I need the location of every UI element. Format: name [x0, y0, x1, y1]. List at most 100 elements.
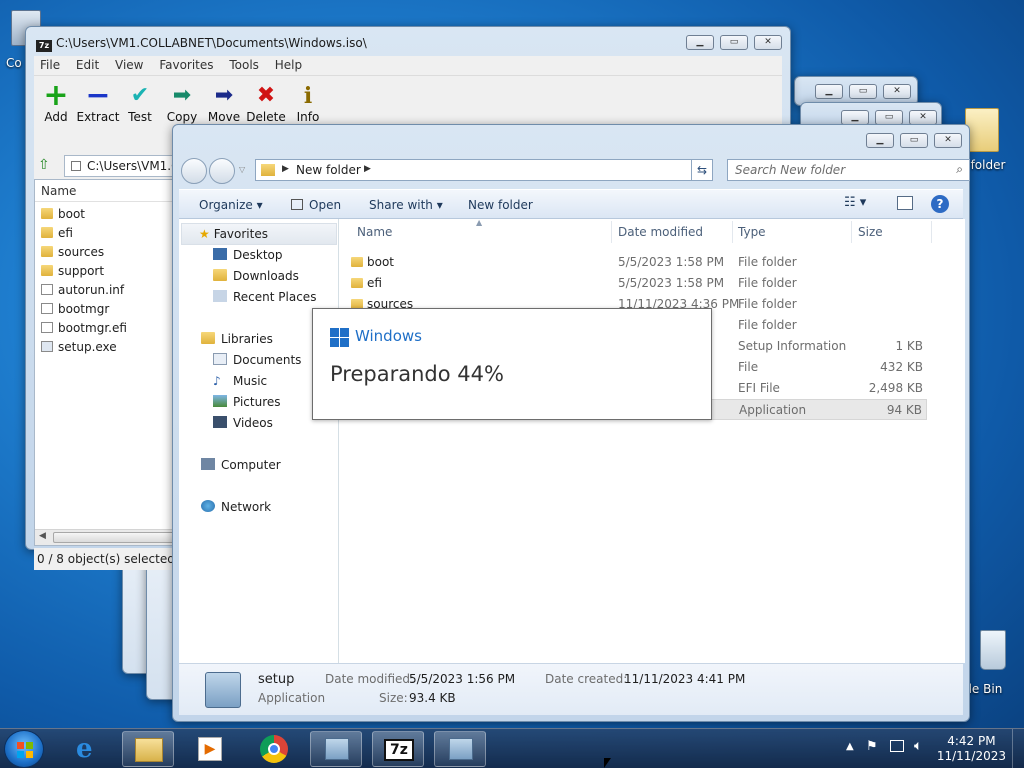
back-button[interactable] [181, 158, 207, 184]
list-item[interactable]: support [35, 262, 181, 281]
nav-item-documents[interactable]: Documents [213, 353, 301, 367]
column-header-size[interactable]: Size [858, 225, 883, 239]
minimize-button[interactable]: ▁ [815, 84, 843, 99]
nav-item-desktop[interactable]: Desktop [213, 248, 283, 262]
show-hidden-icons-icon[interactable]: ▲ [846, 741, 854, 752]
nav-item-pictures[interactable]: Pictures [213, 395, 281, 409]
add-button[interactable]: + Add [34, 81, 78, 125]
search-icon[interactable]: ⌕ [956, 162, 963, 177]
breadcrumb-chevron-icon[interactable]: ▶ [282, 164, 289, 174]
documents-icon [213, 353, 227, 365]
test-button[interactable]: ✔ Test [118, 82, 162, 124]
open-button[interactable]: Open [291, 198, 341, 212]
delete-button[interactable]: ✖ Delete [244, 82, 288, 124]
nav-computer[interactable]: Computer [201, 458, 281, 472]
table-row[interactable]: efi 5/5/2023 1:58 PM File folder [349, 273, 927, 294]
volume-icon[interactable]: 🔈︎ [914, 738, 922, 754]
list-item[interactable]: setup.exe [35, 338, 181, 357]
info-button[interactable]: i Info [286, 82, 330, 124]
breadcrumb-new-folder[interactable]: New folder [296, 163, 361, 177]
network-status-icon[interactable] [890, 740, 904, 752]
menu-bar: File Edit View Favorites Tools Help [34, 56, 782, 75]
taskbar-internet-explorer[interactable]: e [64, 731, 116, 767]
file-list[interactable]: Name boot efi sources support autorun.in… [34, 179, 182, 546]
taskbar-windows-explorer[interactable] [122, 731, 174, 767]
folder-icon [351, 278, 363, 288]
start-button[interactable] [4, 730, 44, 768]
menu-view[interactable]: View [109, 56, 149, 74]
taskbar-media-player[interactable]: ▶ [184, 731, 236, 767]
recent-pages-icon[interactable]: ▽ [239, 165, 245, 174]
nav-network[interactable]: Network [201, 500, 271, 514]
help-icon[interactable]: ? [931, 195, 949, 213]
search-input[interactable]: Search New folder ⌕ [727, 159, 970, 181]
taskbar-setup-app-2[interactable] [434, 731, 486, 767]
new-folder-button[interactable]: New folder [468, 198, 533, 212]
taskbar-7zip[interactable]: 7z [372, 731, 424, 767]
taskbar-chrome[interactable] [248, 731, 300, 767]
list-item[interactable]: bootmgr.efi [35, 319, 181, 338]
music-icon: ♪ [213, 374, 221, 388]
breadcrumb-chevron-icon[interactable]: ▶ [364, 164, 371, 174]
column-header-date-modified[interactable]: Date modified [618, 225, 703, 239]
minimize-button[interactable]: ▁ [841, 110, 869, 125]
list-item[interactable]: bootmgr [35, 300, 181, 319]
desktop-icon-recycle-bin[interactable]: cle Bin [962, 630, 1024, 696]
menu-favorites[interactable]: Favorites [153, 56, 219, 74]
menu-help[interactable]: Help [269, 56, 308, 74]
list-item[interactable]: boot [35, 205, 181, 224]
maximize-button[interactable]: ▭ [900, 133, 928, 148]
close-button[interactable]: ✕ [909, 110, 937, 125]
menu-file[interactable]: File [34, 56, 66, 74]
close-button[interactable]: ✕ [754, 35, 782, 50]
horizontal-scrollbar[interactable]: ◀ [35, 529, 181, 545]
preview-pane-icon[interactable] [897, 196, 913, 210]
organize-button[interactable]: Organize ▾ [199, 198, 263, 212]
view-options-icon[interactable]: ☷ ▾ [844, 195, 866, 210]
nav-item-videos[interactable]: Videos [213, 416, 273, 430]
close-button[interactable]: ✕ [934, 133, 962, 148]
system-clock[interactable]: 4:42 PM 11/11/2023 [937, 734, 1006, 764]
menu-tools[interactable]: Tools [223, 56, 265, 74]
nav-libraries[interactable]: Libraries [201, 332, 273, 346]
column-header-name[interactable]: Name [35, 180, 181, 202]
extract-button[interactable]: − Extract [76, 81, 120, 125]
minimize-button[interactable]: ▁ [866, 133, 894, 148]
address-bar[interactable]: ▶ New folder ▶ ▼ [255, 159, 709, 181]
share-with-button[interactable]: Share with ▾ [369, 198, 443, 212]
nav-item-recent-places[interactable]: Recent Places [213, 290, 316, 304]
maximize-button[interactable]: ▭ [849, 84, 877, 99]
explorer-window[interactable]: ▁ ▭ ✕ ▽ ▶ New folder ▶ ▼ ⇆ Search New fo… [172, 124, 970, 722]
column-header-name[interactable]: Name [357, 225, 392, 239]
column-header-type[interactable]: Type [738, 225, 766, 239]
sort-indicator-icon: ▲ [476, 218, 483, 227]
folder-icon [965, 108, 999, 152]
nav-item-downloads[interactable]: Downloads [213, 269, 299, 283]
close-button[interactable]: ✕ [883, 84, 911, 99]
maximize-button[interactable]: ▭ [875, 110, 903, 125]
nav-item-music[interactable]: ♪ Music [213, 374, 267, 388]
action-center-icon[interactable]: ⚑ [866, 739, 878, 754]
menu-edit[interactable]: Edit [70, 56, 105, 74]
minimize-button[interactable]: ▁ [686, 35, 714, 50]
list-item[interactable]: efi [35, 224, 181, 243]
list-item[interactable]: autorun.inf [35, 281, 181, 300]
copy-button[interactable]: ➡ Copy [160, 82, 204, 124]
clock-date: 11/11/2023 [936, 749, 1006, 763]
chrome-icon [260, 735, 288, 763]
show-desktop-button[interactable] [1012, 729, 1024, 768]
scroll-left-icon[interactable]: ◀ [39, 531, 46, 541]
move-button[interactable]: ➡ Move [202, 82, 246, 124]
list-item[interactable]: sources [35, 243, 181, 262]
forward-button[interactable] [209, 158, 235, 184]
nav-favorites-label: ★ Favorites [199, 227, 268, 241]
scrollbar-thumb[interactable] [53, 532, 179, 543]
taskbar-setup-app[interactable] [310, 731, 362, 767]
folder-icon [41, 208, 53, 219]
up-folder-icon[interactable]: ⇧ [38, 157, 50, 173]
setup-application-icon [449, 738, 473, 760]
refresh-button[interactable]: ⇆ [691, 159, 713, 181]
table-row[interactable]: boot 5/5/2023 1:58 PM File folder [349, 252, 927, 273]
file-list[interactable]: ▲ Name Date modified Type Size boot 5/5/… [339, 218, 965, 663]
maximize-button[interactable]: ▭ [720, 35, 748, 50]
